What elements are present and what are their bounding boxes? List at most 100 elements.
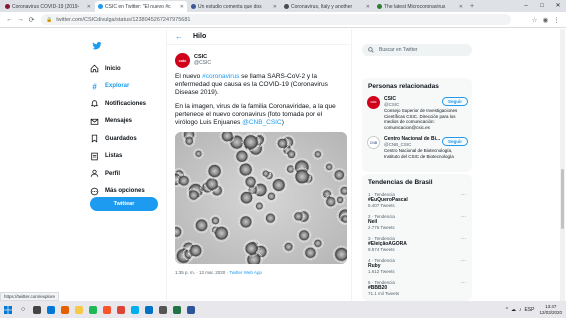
- more-options-icon[interactable]: ···: [461, 192, 466, 198]
- menu-icon[interactable]: ⋮: [551, 16, 562, 24]
- author-handle[interactable]: @CSIC: [194, 60, 211, 66]
- nav-item-label: Guardados: [105, 135, 137, 142]
- more-options-icon[interactable]: ···: [461, 236, 466, 242]
- trend-item[interactable]: 4 · Tendencia Ruby 1.612 Tweets ···: [362, 255, 472, 277]
- star-icon[interactable]: ☆: [529, 16, 540, 24]
- tray-icons: ^ ☁ ♪ ESP: [503, 307, 535, 313]
- avatar[interactable]: CNB: [367, 136, 380, 149]
- nav-item[interactable]: Perfil: [86, 165, 166, 183]
- nav-item-label: Notificaciones: [105, 100, 147, 107]
- avatar[interactable]: csic: [367, 96, 380, 109]
- address-bar[interactable]: 🔒 twitter.com/CSICdivulga/status/1238045…: [41, 14, 511, 25]
- close-window-button[interactable]: ✕: [550, 0, 566, 12]
- spotify-icon[interactable]: [86, 301, 100, 318]
- tray-icon[interactable]: ESP: [524, 307, 534, 313]
- nav-item[interactable]: Notificaciones: [86, 95, 166, 113]
- minimize-button[interactable]: –: [518, 0, 534, 12]
- tray-icon[interactable]: ^: [506, 307, 508, 313]
- related-list: csic CSIC @CSIC Consejo Superior de Investi…: [362, 93, 472, 162]
- tray-icon[interactable]: ☁: [511, 307, 516, 313]
- thread-header: ← Hilo: [167, 29, 351, 45]
- trend-tweet-count: 71.1 mil Tweets: [368, 291, 400, 296]
- word-icon[interactable]: [184, 301, 198, 318]
- tab-title: CSIC en Twitter: "El nuevo #c: [105, 3, 171, 10]
- more-options-icon[interactable]: ···: [461, 258, 466, 264]
- tweet-button[interactable]: Twittear: [90, 197, 158, 211]
- taskbar-search-icon[interactable]: ○: [16, 306, 30, 313]
- chrome-icon[interactable]: [114, 301, 128, 318]
- brave-icon[interactable]: [100, 301, 114, 318]
- browser-tab[interactable]: Coronavirus, Italy y another ✕: [281, 1, 373, 12]
- tweet: csic CSIC @CSIC El nuevo #coronavirus se…: [167, 45, 351, 275]
- tab-close-icon[interactable]: ✕: [87, 4, 91, 10]
- tweet-timestamp[interactable]: 1:35 p. m. · 12 mar. 2020 ·: [175, 270, 229, 275]
- nav-item[interactable]: Inicio: [86, 60, 166, 78]
- more-options-icon[interactable]: ···: [461, 214, 466, 220]
- nav-item[interactable]: Guardados: [86, 130, 166, 148]
- tab-favicon-icon: [5, 4, 10, 9]
- edge-icon[interactable]: [44, 301, 58, 318]
- skype-icon[interactable]: [128, 301, 142, 318]
- search-icon: [368, 47, 374, 53]
- tab-favicon-icon: [191, 4, 196, 9]
- mail-icon[interactable]: [142, 301, 156, 318]
- lock-icon: 🔒: [46, 16, 53, 23]
- follow-button[interactable]: Seguir: [441, 97, 468, 106]
- forward-button[interactable]: →: [15, 16, 26, 23]
- nav-list: Inicio # Explorar Notificaciones Mensajes Gua…: [86, 60, 166, 200]
- tab-close-icon[interactable]: ✕: [273, 4, 277, 10]
- nav-item[interactable]: Mensajes: [86, 113, 166, 131]
- maximize-button[interactable]: □: [534, 0, 550, 12]
- taskbar-apps: [30, 301, 198, 318]
- excel-icon[interactable]: [170, 301, 184, 318]
- browser-tab[interactable]: CSIC en Twitter: "El nuevo #c ✕: [95, 1, 187, 12]
- browser-tab[interactable]: The latest Microcoronavirus ✕: [374, 1, 466, 12]
- tweet-image[interactable]: [175, 132, 347, 264]
- tab-close-icon[interactable]: ✕: [180, 4, 184, 10]
- back-button[interactable]: ←: [4, 16, 15, 23]
- task-view-icon[interactable]: [30, 301, 44, 318]
- file-explorer-icon[interactable]: [72, 301, 86, 318]
- mention-link[interactable]: @CNB_CSIC: [242, 119, 281, 126]
- tab-close-icon[interactable]: ✕: [366, 4, 370, 10]
- twitter-logo-icon[interactable]: [92, 41, 102, 51]
- twitter-page: Inicio # Explorar Notificaciones Mensajes Gua…: [0, 29, 566, 301]
- firefox-icon[interactable]: [58, 301, 72, 318]
- more-options-icon[interactable]: ···: [461, 280, 466, 286]
- start-button[interactable]: [0, 301, 16, 318]
- trend-item[interactable]: 1 · Tendencia #EuQueroPascal 5.407 Tweets ·…: [362, 189, 472, 211]
- tab-title: Coronavirus COVID-19 (2019-: [12, 3, 80, 10]
- reload-button[interactable]: ⟳: [26, 16, 37, 24]
- tab-close-icon[interactable]: ✕: [459, 4, 463, 10]
- related-person[interactable]: csic CSIC @CSIC Consejo Superior de Investi…: [362, 93, 472, 133]
- trend-item[interactable]: 5 · Tendencia #BBB20 71.1 mil Tweets ···: [362, 277, 472, 299]
- tweet-header: csic CSIC @CSIC: [175, 51, 345, 69]
- trend-tweet-count: 9.574 Tweets: [368, 247, 395, 252]
- new-tab-button[interactable]: +: [470, 3, 474, 10]
- scrollbar-thumb[interactable]: [561, 169, 564, 229]
- browser-tab[interactable]: Coronavirus COVID-19 (2019- ✕: [2, 1, 94, 12]
- tweet-source[interactable]: Twitter Web App: [229, 270, 262, 275]
- tab-favicon-icon: [98, 4, 103, 9]
- trend-item[interactable]: 2 · Tendencia Neil 2.776 Tweets ···: [362, 211, 472, 233]
- clock[interactable]: 13:47 12/03/2020: [539, 304, 562, 315]
- related-person[interactable]: CNB Centro Nacional de Bi... @CNB_CSIC Cent…: [362, 133, 472, 162]
- nav-item[interactable]: # Explorar: [86, 78, 166, 96]
- browser-tab[interactable]: Un estudio comenta que dos ✕: [188, 1, 280, 12]
- settings-icon[interactable]: [156, 301, 170, 318]
- hashtag-link[interactable]: #coronavirus: [202, 73, 239, 80]
- avatar[interactable]: csic: [175, 52, 190, 68]
- account-icon[interactable]: ◉: [540, 16, 551, 24]
- tray-icon[interactable]: ♪: [519, 307, 522, 313]
- nav-item-label: Mensajes: [105, 118, 133, 125]
- follow-button[interactable]: Seguir: [441, 137, 468, 146]
- trend-item[interactable]: 3 · Tendencia #EleiçãoAGORA 9.574 Tweets ··…: [362, 233, 472, 255]
- search-input[interactable]: Buscar en Twitter: [362, 44, 472, 56]
- page-scrollbar[interactable]: [560, 29, 565, 301]
- back-arrow-icon[interactable]: ←: [175, 32, 183, 41]
- bookmark-icon: [91, 134, 98, 143]
- user-icon: [90, 169, 99, 178]
- nav-item[interactable]: Listas: [86, 148, 166, 166]
- trends-list: 1 · Tendencia #EuQueroPascal 5.407 Tweets ·…: [362, 189, 472, 299]
- related-people-card: Personas relacionadas csic CSIC @CSIC Conse…: [362, 78, 472, 172]
